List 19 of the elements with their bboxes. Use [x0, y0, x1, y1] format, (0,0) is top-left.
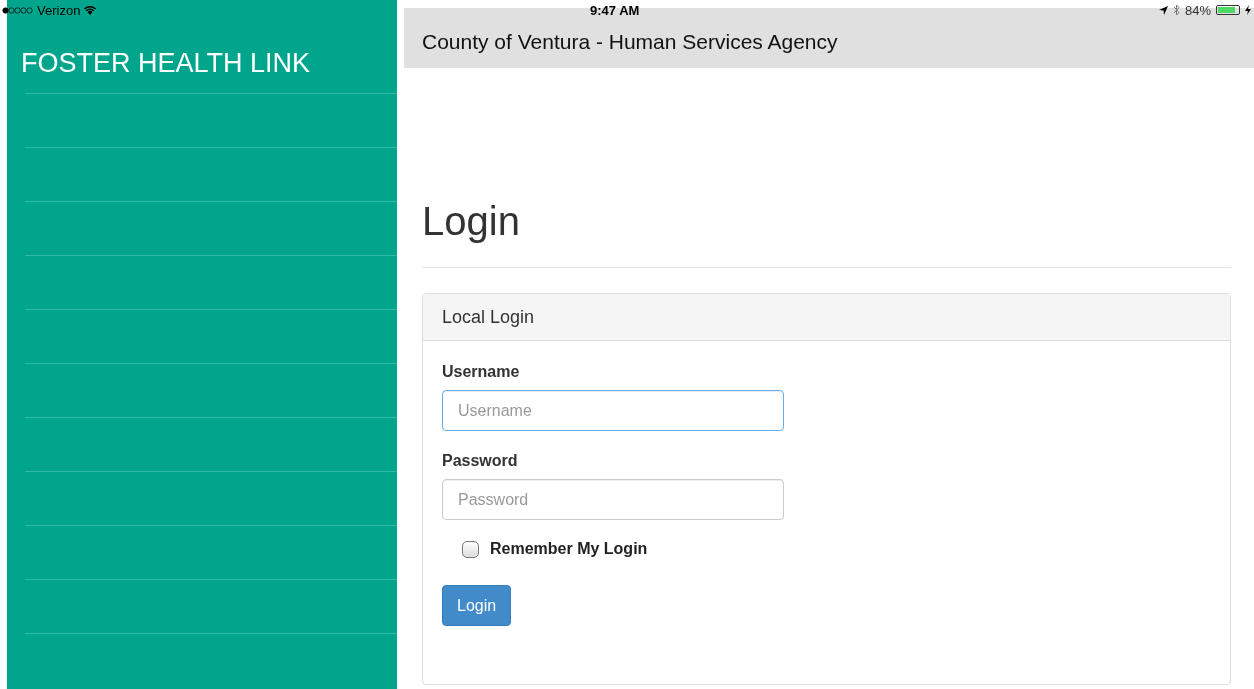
wifi-icon [83, 5, 98, 15]
carrier-name: Verizon [37, 2, 81, 18]
charging-icon [1245, 5, 1251, 15]
input-field[interactable]: Password [442, 479, 784, 520]
checkbox[interactable] [462, 540, 479, 558]
battery-percent: 84% [1184, 2, 1211, 18]
page-heading: Login [422, 198, 521, 244]
panel-title: Local Login [442, 306, 535, 328]
input-field[interactable]: Username [442, 390, 784, 431]
header-title: County of Ventura - Human Services Agency [422, 30, 838, 54]
login-button[interactable]: Login [442, 585, 512, 626]
status-time: 9:47 AM [590, 3, 640, 18]
app-title: FOSTER HEALTH LINK [21, 48, 311, 80]
signal-icon [2, 6, 34, 14]
field-label: Username [442, 363, 521, 381]
field-label: Password [442, 452, 519, 470]
checkbox-label: Remember My Login [490, 540, 648, 558]
bluetooth-icon [1172, 4, 1180, 16]
battery-icon [1216, 5, 1240, 15]
